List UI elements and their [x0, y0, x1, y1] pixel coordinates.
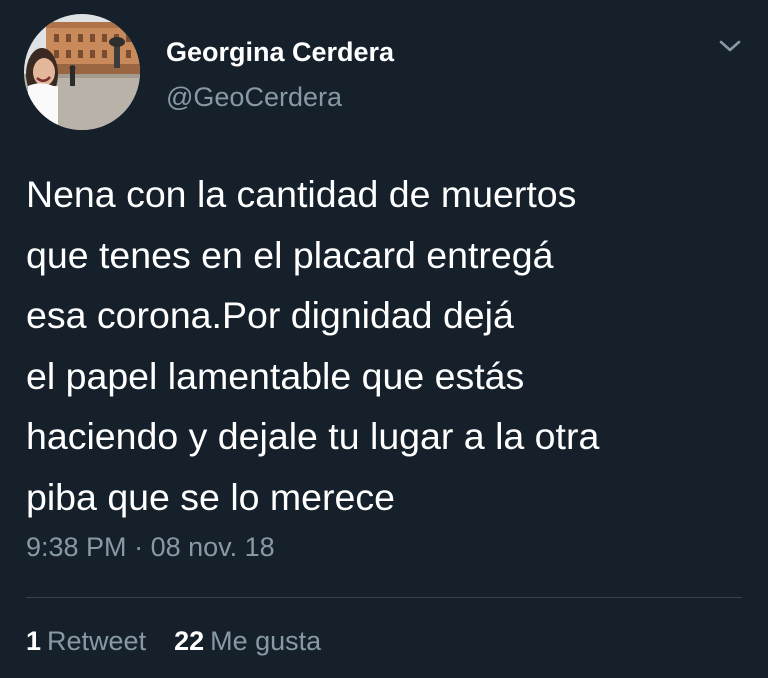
retweets-label: Retweet: [47, 626, 147, 656]
engagement-stats: 1 Retweet 22 Me gusta: [26, 626, 321, 657]
user-handle[interactable]: @GeoCerdera: [166, 82, 342, 113]
retweets-stat[interactable]: 1 Retweet: [26, 626, 146, 657]
likes-stat[interactable]: 22 Me gusta: [174, 626, 321, 657]
tweet-card: Georgina Cerdera @GeoCerdera Nena con la…: [0, 0, 768, 678]
display-name[interactable]: Georgina Cerdera: [166, 37, 394, 68]
likes-label: Me gusta: [210, 626, 322, 656]
divider: [26, 597, 742, 598]
avatar[interactable]: [24, 14, 140, 130]
tweet-date: 08 nov. 18: [150, 532, 275, 562]
tweet-time: 9:38 PM: [26, 532, 127, 562]
avatar-photo: [24, 14, 140, 130]
chevron-down-icon[interactable]: [718, 38, 742, 54]
likes-count: 22: [174, 626, 205, 656]
timestamp[interactable]: 9:38 PM · 08 nov. 18: [26, 532, 275, 563]
tweet-text: Nena con la cantidad de muertos que tene…: [26, 173, 600, 518]
retweets-count: 1: [26, 626, 42, 656]
timestamp-separator: ·: [134, 532, 144, 562]
